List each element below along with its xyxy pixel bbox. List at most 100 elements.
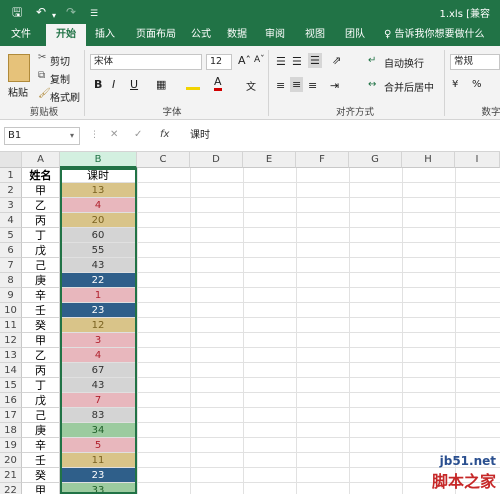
tab-page-layout[interactable]: 页面布局 <box>128 24 184 46</box>
column-header-f[interactable]: F <box>296 152 349 168</box>
font-size-select[interactable]: 12 <box>206 54 232 70</box>
decrease-font-icon[interactable]: Aˇ <box>254 55 265 65</box>
cell-hours[interactable]: 23 <box>60 303 136 318</box>
cell-hours[interactable]: 7 <box>60 393 136 408</box>
row-header[interactable]: 20 <box>0 453 22 468</box>
cut-button[interactable]: 剪切 <box>50 53 70 68</box>
tab-formulas[interactable]: 公式 <box>186 24 216 46</box>
formula-input[interactable]: 课时 <box>186 127 496 145</box>
tab-review[interactable]: 审阅 <box>260 24 290 46</box>
cell-hours[interactable]: 4 <box>60 198 136 213</box>
cancel-icon[interactable]: ✕ <box>110 129 118 140</box>
cell-hours[interactable]: 13 <box>60 183 136 198</box>
column-header-e[interactable]: E <box>243 152 296 168</box>
cell-name[interactable]: 姓名 <box>22 168 60 183</box>
middle-align-icon[interactable]: ☰ <box>292 55 302 68</box>
cell-name[interactable]: 庚 <box>22 423 60 438</box>
font-color-icon[interactable]: A <box>214 76 222 91</box>
row-header[interactable]: 9 <box>0 288 22 303</box>
column-header-h[interactable]: H <box>402 152 455 168</box>
row-header[interactable]: 21 <box>0 468 22 483</box>
row-header[interactable]: 2 <box>0 183 22 198</box>
cell-hours[interactable]: 33 <box>60 483 136 494</box>
cell-hours[interactable]: 23 <box>60 468 136 483</box>
tab-data[interactable]: 数据 <box>222 24 252 46</box>
cell-name[interactable]: 甲 <box>22 333 60 348</box>
format-painter-button[interactable]: 格式刷 <box>50 89 80 104</box>
cell-name[interactable]: 丁 <box>22 228 60 243</box>
copy-button[interactable]: 复制 <box>50 71 70 86</box>
cell-hours[interactable]: 12 <box>60 318 136 333</box>
cell-hours[interactable]: 34 <box>60 423 136 438</box>
cell-name[interactable]: 甲 <box>22 183 60 198</box>
increase-font-icon[interactable]: Aˆ <box>238 54 251 67</box>
tab-home[interactable]: 开始 <box>46 24 86 46</box>
row-header[interactable]: 19 <box>0 438 22 453</box>
cell-name[interactable]: 己 <box>22 408 60 423</box>
cell-hours[interactable]: 67 <box>60 363 136 378</box>
row-header[interactable]: 13 <box>0 348 22 363</box>
cell-hours[interactable]: 43 <box>60 258 136 273</box>
cell-name[interactable]: 壬 <box>22 453 60 468</box>
cell-hours[interactable]: 55 <box>60 243 136 258</box>
cell-hours[interactable]: 20 <box>60 213 136 228</box>
column-header-d[interactable]: D <box>190 152 243 168</box>
merge-center-button[interactable]: 合并后居中 <box>384 79 434 94</box>
cell-name[interactable]: 乙 <box>22 348 60 363</box>
save-icon[interactable]: 🖫 <box>12 4 22 20</box>
italic-button[interactable]: I <box>112 78 115 91</box>
cell-hours[interactable]: 1 <box>60 288 136 303</box>
cell-name[interactable]: 丙 <box>22 363 60 378</box>
insert-function-icon[interactable]: fx <box>160 129 169 140</box>
cell-name[interactable]: 癸 <box>22 468 60 483</box>
tab-file[interactable]: 文件 <box>6 24 36 46</box>
cell-name[interactable]: 丁 <box>22 378 60 393</box>
number-format-select[interactable]: 常规 <box>450 54 500 70</box>
row-header[interactable]: 11 <box>0 318 22 333</box>
cell-hours[interactable]: 课时 <box>60 168 136 183</box>
row-header[interactable]: 18 <box>0 423 22 438</box>
indent-icon[interactable]: ⇥ <box>330 79 339 92</box>
bold-button[interactable]: B <box>94 78 102 91</box>
tab-team[interactable]: 团队 <box>338 24 372 46</box>
paste-button[interactable]: 粘贴 <box>8 84 28 99</box>
cell-hours[interactable]: 22 <box>60 273 136 288</box>
cell-name[interactable]: 乙 <box>22 198 60 213</box>
row-header[interactable]: 15 <box>0 378 22 393</box>
cell-name[interactable]: 辛 <box>22 288 60 303</box>
row-header[interactable]: 16 <box>0 393 22 408</box>
cell-name[interactable]: 癸 <box>22 318 60 333</box>
select-all-corner[interactable] <box>0 152 22 168</box>
cell-hours[interactable]: 3 <box>60 333 136 348</box>
customize-icon[interactable]: ☰ <box>90 6 98 22</box>
align-right-icon[interactable]: ≡ <box>308 79 317 92</box>
cell-name[interactable]: 戊 <box>22 243 60 258</box>
tab-view[interactable]: 视图 <box>300 24 330 46</box>
chevron-down-icon[interactable]: ▾ <box>70 131 74 140</box>
percent-icon[interactable]: % <box>472 79 482 90</box>
row-header[interactable]: 6 <box>0 243 22 258</box>
align-left-icon[interactable]: ≡ <box>276 79 285 92</box>
worksheet-grid[interactable]: A B C D E F G H I 1 姓名 课时 2 甲 13 3 乙 4 4 丙 20 5 丁 60 6 戊… <box>0 152 500 494</box>
undo-dropdown-icon[interactable]: ▾ <box>52 8 56 24</box>
row-header[interactable]: 17 <box>0 408 22 423</box>
cell-name[interactable]: 己 <box>22 258 60 273</box>
row-header[interactable]: 14 <box>0 363 22 378</box>
cell-hours[interactable]: 60 <box>60 228 136 243</box>
tell-me-search[interactable]: ♀ 告诉我你想要做什么 <box>384 24 485 46</box>
enter-icon[interactable]: ✓ <box>134 129 142 140</box>
bottom-align-icon[interactable]: ☰ <box>308 53 322 68</box>
cell-hours[interactable]: 4 <box>60 348 136 363</box>
borders-icon[interactable]: ▦ <box>156 78 166 91</box>
cell-hours[interactable]: 11 <box>60 453 136 468</box>
row-header[interactable]: 4 <box>0 213 22 228</box>
align-center-icon[interactable]: ≡ <box>290 77 304 92</box>
cell-name[interactable]: 丙 <box>22 213 60 228</box>
paste-icon[interactable] <box>8 54 30 82</box>
redo-icon[interactable]: ↷ <box>66 4 76 20</box>
row-header[interactable]: 12 <box>0 333 22 348</box>
wrap-text-button[interactable]: 自动换行 <box>384 55 424 70</box>
column-header-c[interactable]: C <box>137 152 190 168</box>
cell-name[interactable]: 庚 <box>22 273 60 288</box>
row-header[interactable]: 1 <box>0 168 22 183</box>
